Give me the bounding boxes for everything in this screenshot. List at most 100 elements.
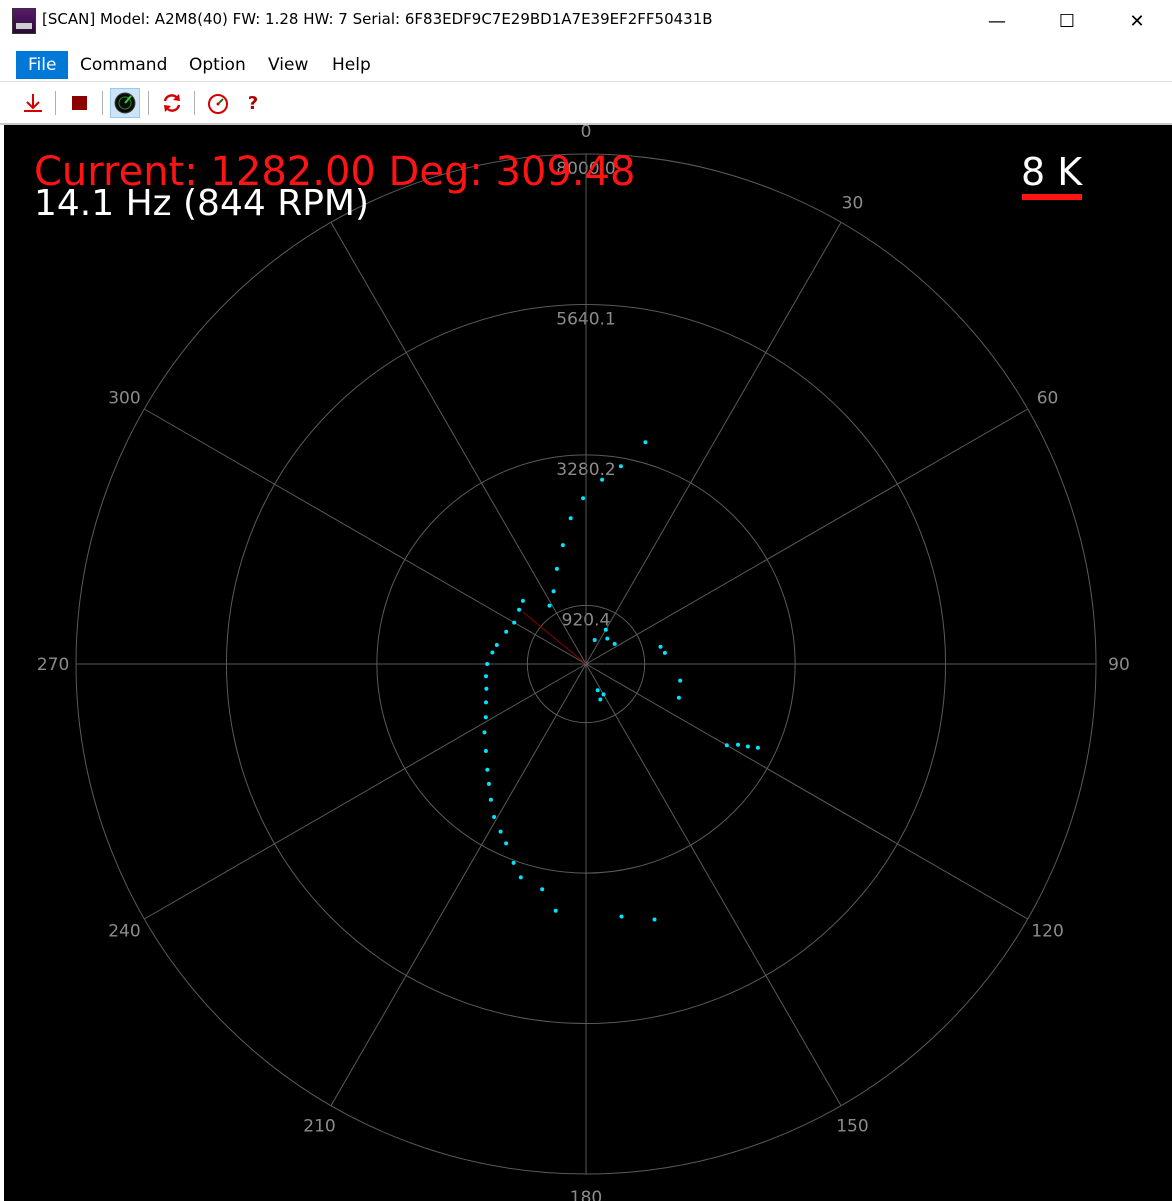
scan-point (568, 516, 573, 521)
maximize-icon: ☐ (1058, 10, 1076, 32)
scan-point (724, 743, 729, 748)
scan-point (652, 917, 657, 922)
scan-point (540, 887, 545, 892)
scan-point (581, 496, 586, 501)
scan-point (483, 715, 488, 720)
scan-point (554, 566, 559, 571)
scan-point (494, 643, 499, 647)
title-bar: [SCAN] Model: A2M8(40) FW: 1.28 HW: 7 Se… (0, 0, 1172, 42)
scan-point (678, 678, 683, 683)
window-title: [SCAN] Model: A2M8(40) FW: 1.28 HW: 7 Se… (42, 10, 713, 28)
angle-spoke (585, 222, 842, 665)
menu-view[interactable]: View (256, 51, 320, 79)
close-button[interactable]: ✕ (1102, 0, 1172, 42)
scan-point (612, 641, 617, 646)
scan-point (662, 650, 667, 655)
scan-point (547, 603, 552, 608)
angle-spoke (585, 663, 842, 1106)
scan-canvas[interactable]: 920.4 3280.2 5640.1 8000.0 0 30 60 90 120 150 180 2… (4, 125, 1172, 1201)
scan-point (560, 543, 565, 548)
scan-point (595, 688, 600, 693)
scan-point (504, 841, 509, 846)
help-button[interactable]: ? (238, 88, 268, 118)
scan-point (482, 730, 487, 735)
angle-label: 30 (842, 193, 864, 213)
angle-spoke (330, 222, 587, 665)
scan-point (490, 650, 495, 655)
angle-label: 270 (37, 655, 69, 675)
menu-help[interactable]: Help (320, 51, 383, 79)
app-icon (12, 8, 36, 34)
angle-spoke (585, 408, 1028, 665)
angle-label: 150 (836, 1117, 868, 1137)
scan-point (605, 636, 610, 641)
menu-file[interactable]: File (16, 51, 69, 79)
scan-point (484, 674, 488, 679)
angle-spoke (144, 663, 587, 920)
scan-point (598, 697, 603, 702)
scan-point (603, 627, 608, 632)
download-button[interactable] (18, 88, 48, 118)
angle-label: 60 (1037, 389, 1059, 409)
scan-point (600, 477, 605, 482)
scan-point (518, 875, 523, 880)
refresh-button[interactable] (157, 88, 187, 118)
stop-icon (72, 96, 87, 110)
scan-point (755, 745, 760, 750)
polar-plot[interactable]: 920.43280.25640.18000.003060901201501802… (4, 125, 1172, 1201)
scan-point (485, 767, 490, 772)
scan-point (486, 781, 491, 786)
close-icon: ✕ (1129, 10, 1145, 32)
scan-point (643, 440, 648, 445)
scan-point (618, 464, 623, 469)
scan-point (483, 749, 488, 753)
toolbar-separator (102, 91, 103, 115)
angle-label: 300 (108, 389, 140, 409)
menu-command[interactable]: Command (68, 51, 179, 79)
scan-radar-icon (114, 92, 136, 114)
angle-label: 180 (570, 1188, 602, 1201)
scan-point (512, 620, 517, 625)
scan-point (601, 692, 606, 697)
scan-point (551, 589, 556, 594)
angle-label: 90 (1108, 655, 1130, 675)
scan-point (484, 700, 488, 705)
gauge-icon (208, 94, 228, 114)
toolbar-separator (148, 91, 149, 115)
scale-label: 8 K (1021, 150, 1083, 194)
angle-label: 120 (1031, 921, 1063, 941)
scan-point (658, 644, 663, 649)
scan-point (619, 914, 624, 919)
angle-spoke (330, 663, 587, 1106)
stop-button[interactable] (65, 88, 95, 118)
gauge-button[interactable] (203, 88, 233, 118)
refresh-icon (163, 94, 181, 112)
scan-point (736, 742, 740, 747)
scan-point (517, 607, 522, 612)
scan-point (485, 662, 490, 666)
scan-point (504, 629, 509, 634)
scan-point (745, 744, 750, 749)
download-icon (24, 94, 42, 112)
scan-point (520, 598, 525, 603)
minimize-button[interactable]: — (962, 0, 1032, 42)
scan-point (484, 686, 489, 691)
scan-point (676, 695, 681, 700)
scan-point (592, 638, 597, 642)
scan-point (511, 860, 516, 865)
angle-spoke (585, 663, 1028, 920)
angle-label: 210 (303, 1117, 335, 1137)
help-icon: ? (247, 92, 259, 114)
angle-spoke (144, 408, 587, 665)
toolbar: ? (0, 83, 1172, 125)
scan-point (488, 797, 493, 802)
toolbar-separator (55, 91, 56, 115)
scan-button[interactable] (110, 88, 140, 118)
scale-bar (1022, 194, 1082, 200)
toolbar-separator (194, 91, 195, 115)
minimize-icon: — (988, 10, 1006, 32)
scan-point (498, 829, 503, 834)
maximize-button[interactable]: ☐ (1032, 0, 1102, 42)
scan-point (553, 908, 558, 913)
menu-option[interactable]: Option (177, 51, 258, 79)
